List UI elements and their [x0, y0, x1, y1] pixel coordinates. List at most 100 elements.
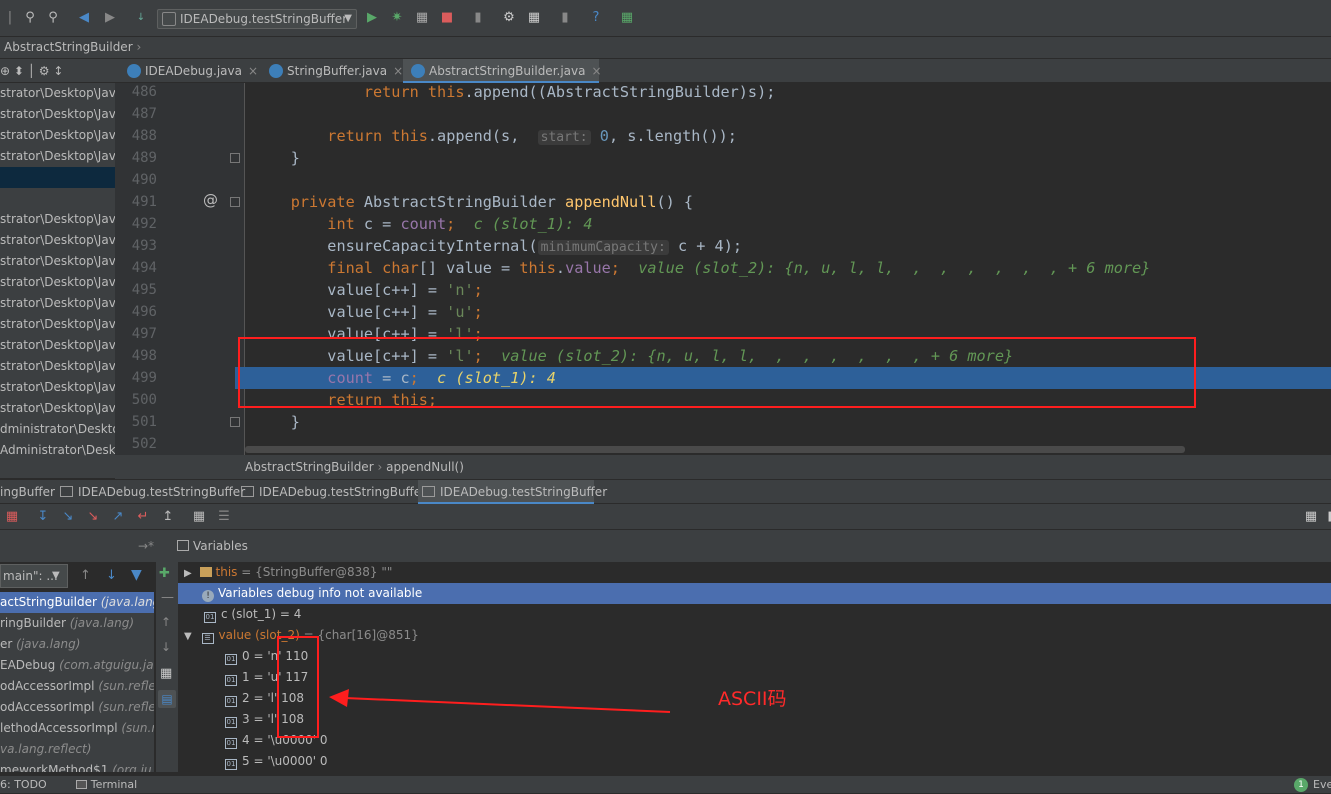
coverage-icon[interactable]: ▦ — [414, 10, 430, 26]
variable-row-c[interactable]: 01 c (slot_1) = 4 — [178, 604, 1331, 625]
debug-tab-active[interactable]: IDEADebug.testStringBuffer — [418, 480, 607, 504]
sdk-icon[interactable]: ▮ — [557, 10, 573, 26]
show-execution-point-icon[interactable]: ↧ — [35, 509, 51, 525]
project-structure-icon[interactable]: ▮ — [470, 10, 486, 26]
trace-icon[interactable]: ☰ — [216, 509, 232, 525]
project-row[interactable]: strator\Desktop\Jav — [0, 251, 115, 272]
frame-item[interactable]: EADebug (com.atguigu.java — [0, 655, 154, 676]
restore-layout-icon[interactable]: →* — [138, 530, 154, 562]
more-icon[interactable]: ▮ — [1323, 509, 1331, 525]
fold-icon[interactable] — [230, 197, 240, 207]
debug-tab[interactable]: IDEADebug.testStringBuffer — [237, 480, 426, 504]
move-down-icon[interactable]: ↓ — [161, 640, 171, 654]
help-icon[interactable]: ? — [588, 10, 604, 26]
frame-item[interactable]: ringBuilder (java.lang) — [0, 613, 154, 634]
project-row[interactable]: strator\Desktop\Jav — [0, 230, 115, 251]
close-icon[interactable]: × — [393, 64, 403, 78]
line-number: 495 — [131, 282, 157, 298]
frame-item[interactable]: lethodAccessorImpl (sun.r — [0, 718, 154, 739]
frame-item-selected[interactable]: actStringBuilder (java.lang) — [0, 592, 154, 613]
back-icon[interactable]: ◀ — [76, 10, 92, 26]
horizontal-scrollbar[interactable] — [245, 446, 1185, 453]
copy-icon[interactable]: ▦ — [160, 666, 172, 681]
expand-arrow-icon[interactable]: ▶ — [184, 568, 192, 579]
variable-row-value[interactable]: ▼ ☰ value (slot_2) = {char[16]@851} — [178, 625, 1331, 646]
plugin-icon[interactable]: ▦ — [619, 10, 635, 26]
nav-breadcrumb[interactable]: AbstractStringBuilder — [4, 40, 133, 54]
close-icon[interactable]: × — [248, 64, 258, 78]
build-icon[interactable]: ↓ — [133, 10, 149, 26]
todo-tool-button[interactable]: 6: TODO — [0, 778, 47, 791]
search-user-icon[interactable]: ⚲ — [45, 10, 61, 26]
evaluate-expression-icon[interactable]: ▦ — [191, 509, 207, 525]
project-row[interactable]: strator\Desktop\Jav — [0, 125, 115, 146]
tab-abstractstringbuilder-java[interactable]: AbstractStringBuilder.java × — [403, 59, 602, 83]
frame-item[interactable]: meworkMethod$1 (org.ju — [0, 760, 154, 772]
project-row[interactable]: strator\Desktop\Jav — [0, 146, 115, 167]
project-row[interactable]: strator\Desktop\Jav — [0, 356, 115, 377]
project-row[interactable]: Administrator\Deskt — [0, 440, 115, 461]
close-icon[interactable]: × — [591, 64, 601, 78]
project-toolbar-icons[interactable]: ⊕ ⬍ │ ⚙ ↕ — [0, 64, 63, 78]
force-step-into-icon[interactable]: ↘ — [85, 509, 101, 525]
variable-row-this[interactable]: ▶ this = {StringBuffer@838} "" — [178, 562, 1331, 583]
array-item-row[interactable]: 01 5 = '\u0000' 0 — [178, 751, 1331, 772]
code-line-489: } — [245, 147, 1331, 169]
project-row[interactable]: strator\Desktop\Jav — [0, 398, 115, 419]
frame-item[interactable]: va.lang.reflect) — [0, 739, 154, 760]
project-row[interactable]: dministrator\Desktop\ — [0, 419, 115, 440]
project-row[interactable]: strator\Desktop\Jav — [0, 293, 115, 314]
override-marker-icon[interactable]: @ — [203, 191, 218, 209]
debug-tab[interactable]: IDEADebug.testStringBuffer — [56, 480, 245, 504]
forward-icon[interactable]: ▶ — [102, 10, 118, 26]
run-configuration-select[interactable]: IDEADebug.testStringBuffer ▼ — [157, 9, 357, 29]
move-up-icon[interactable]: ↑ — [161, 615, 171, 629]
variable-info-row[interactable]: ! Variables debug info not available — [178, 583, 1331, 604]
project-row[interactable]: strator\Desktop\Jav — [0, 209, 115, 230]
run-icon[interactable]: ▶ — [364, 10, 380, 26]
remove-watch-icon[interactable]: — — [161, 590, 174, 605]
step-over-icon[interactable]: ↘ — [60, 509, 76, 525]
project-row[interactable]: strator\Desktop\Jav — [0, 83, 115, 104]
collapse-arrow-icon[interactable]: ▼ — [184, 631, 192, 642]
array-item-row[interactable]: 01 0 = 'n' 110 — [178, 646, 1331, 667]
frame-up-icon[interactable]: ↑ — [80, 568, 91, 583]
annotation-label: ASCII码 — [718, 688, 787, 710]
structure-icon[interactable]: ▦ — [526, 10, 542, 26]
project-row[interactable]: strator\Desktop\Jav — [0, 377, 115, 398]
debug-tab[interactable]: ingBuffer — [0, 480, 55, 504]
project-row[interactable]: strator\Desktop\Jav — [0, 335, 115, 356]
frame-item[interactable]: odAccessorImpl (sun.reflec — [0, 676, 154, 697]
show-watches-icon[interactable]: ▤ — [158, 690, 176, 708]
search-icon[interactable]: ⚲ — [22, 10, 38, 26]
breadcrumb-class[interactable]: AbstractStringBuilder — [245, 460, 374, 474]
fold-icon[interactable] — [230, 417, 240, 427]
editor-gutter[interactable]: 486 487 488 489 490 491 492 493 494 495 … — [115, 83, 245, 455]
new-watch-icon[interactable]: ✚ — [159, 566, 170, 581]
project-row-selected[interactable] — [0, 167, 115, 188]
stop-icon[interactable]: ■ — [439, 10, 455, 26]
breadcrumb-method[interactable]: appendNull() — [386, 460, 464, 474]
project-row[interactable]: strator\Desktop\Jav — [0, 314, 115, 335]
java-class-icon — [411, 64, 425, 78]
drop-frame-icon[interactable]: ↵ — [135, 509, 151, 525]
tab-stringbuffer-java[interactable]: StringBuffer.java × — [261, 59, 403, 83]
view-breakpoints-icon[interactable]: ▦ — [4, 509, 20, 525]
terminal-tool-button[interactable]: Terminal — [91, 778, 138, 791]
frame-item[interactable]: er (java.lang) — [0, 634, 154, 655]
frame-item[interactable]: odAccessorImpl (sun.reflec — [0, 697, 154, 718]
step-out-icon[interactable]: ↗ — [110, 509, 126, 525]
frame-down-icon[interactable]: ↓ — [106, 568, 117, 583]
run-to-cursor-icon[interactable]: ↥ — [160, 509, 176, 525]
fold-icon[interactable] — [230, 153, 240, 163]
tab-ideadebug-java[interactable]: IDEADebug.java × — [119, 59, 261, 83]
settings-icon[interactable]: ⚙ — [501, 10, 517, 26]
project-row[interactable]: strator\Desktop\Jav — [0, 104, 115, 125]
debug-icon[interactable]: ✷ — [389, 10, 405, 26]
event-log-button[interactable]: Eve — [1313, 776, 1331, 794]
array-item-row[interactable]: 01 4 = '\u0000' 0 — [178, 730, 1331, 751]
chevron-down-icon[interactable]: ▼ — [52, 570, 66, 584]
project-row[interactable]: strator\Desktop\Jav — [0, 272, 115, 293]
filter-icon[interactable]: ▼ — [131, 567, 142, 583]
layout-settings-icon[interactable]: ▦ — [1303, 509, 1319, 525]
